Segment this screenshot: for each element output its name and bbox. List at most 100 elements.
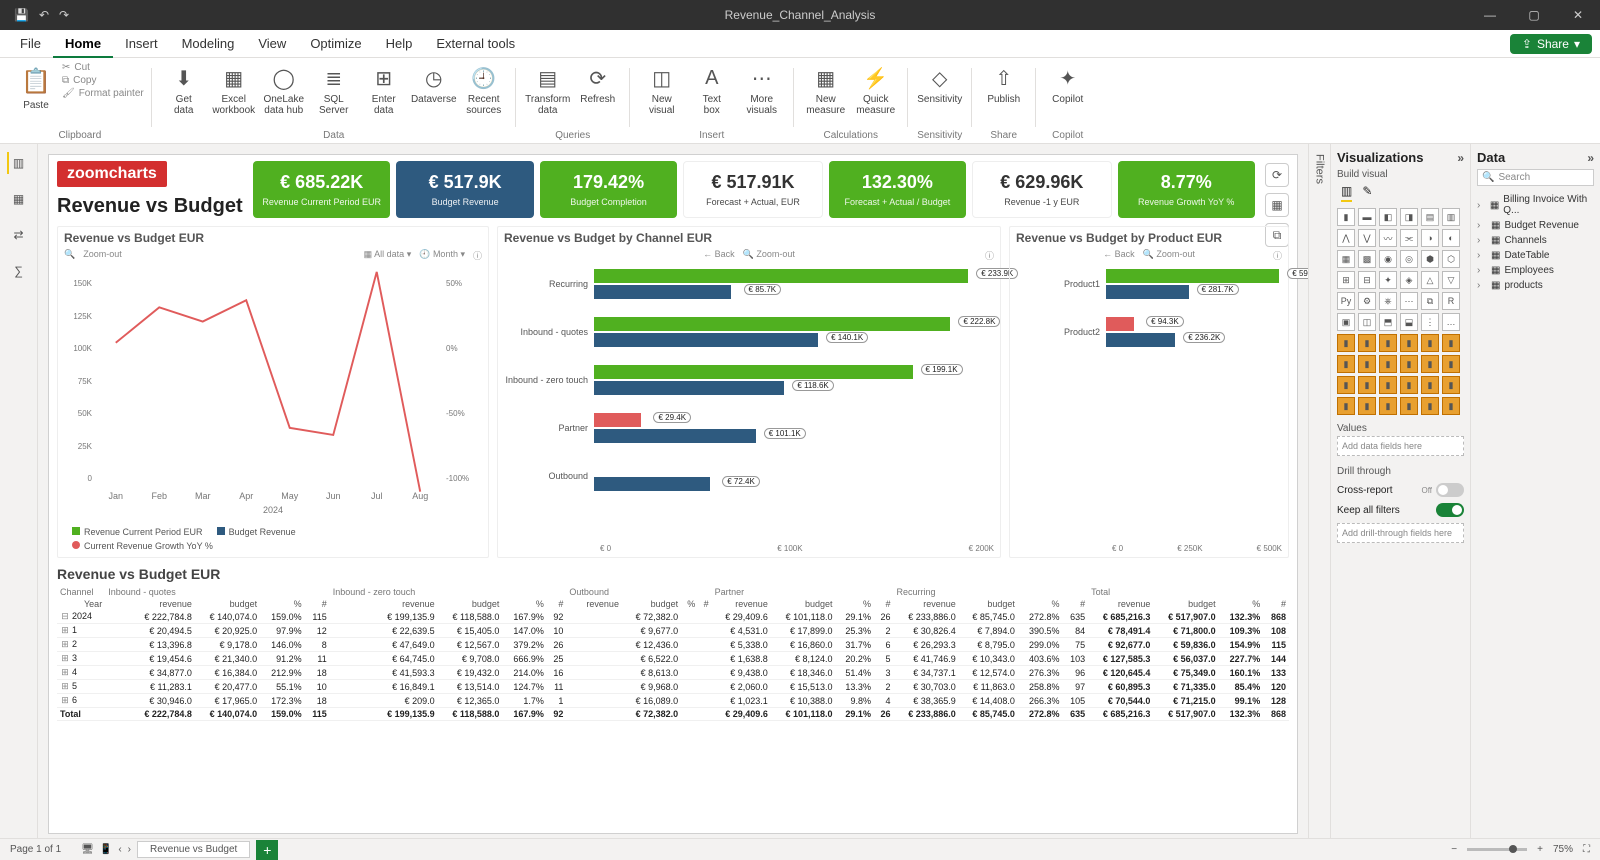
matrix-table[interactable]: Revenue vs Budget EUR ChannelInbound - q… (57, 566, 1289, 831)
kpi-card[interactable]: 179.42%Budget Completion (540, 161, 677, 218)
viz-type-icon[interactable]: △ (1421, 271, 1439, 289)
viz-type-icon[interactable]: ⋀ (1337, 229, 1355, 247)
viz-type-icon[interactable]: ▮ (1337, 208, 1355, 226)
minimize-icon[interactable]: — (1468, 8, 1512, 22)
viz-type-icon[interactable]: ⬒ (1379, 313, 1397, 331)
ribbon-button[interactable]: ⟳Refresh (574, 62, 622, 105)
ribbon-button[interactable]: ⊞Enterdata (360, 62, 408, 116)
kpi-card[interactable]: € 517.9KBudget Revenue (396, 161, 533, 218)
viz-type-icon[interactable]: ⬓ (1400, 313, 1418, 331)
data-table-node[interactable]: ›▦Billing Invoice With Q... (1477, 192, 1594, 218)
chevron-right-icon[interactable]: » (1587, 151, 1594, 165)
format-painter-button[interactable]: 🖌 Format painter (62, 88, 144, 99)
zoom-in-button[interactable]: + (1537, 844, 1543, 855)
zoomcharts-viz-icon[interactable]: ▮ (1379, 334, 1397, 352)
ribbon-button[interactable]: ▦Excelworkbook (210, 62, 258, 116)
report-view-icon[interactable]: ▥ (7, 152, 29, 174)
table-view-icon[interactable]: ▦ (8, 188, 30, 210)
dax-view-icon[interactable]: ∑ (8, 260, 30, 282)
viz-type-icon[interactable]: ▽ (1442, 271, 1460, 289)
cross-report-toggle[interactable] (1436, 483, 1464, 497)
refresh-icon[interactable]: ⟳ (1265, 163, 1289, 187)
ribbon-button[interactable]: ▤Transformdata (524, 62, 572, 116)
viz-type-icon[interactable]: ⬢ (1421, 250, 1439, 268)
ribbon-button[interactable]: ⚡Quickmeasure (852, 62, 900, 116)
paste-button[interactable]: 📋 Paste (16, 62, 56, 111)
chart-by-product[interactable]: Revenue vs Budget by Product EUR ⓘ ← Bac… (1009, 226, 1289, 558)
viz-type-icon[interactable]: ⋮ (1421, 313, 1439, 331)
table-row[interactable]: ⊞3€ 19,454.6€ 21,340.091.2%11€ 64,745.0€… (57, 652, 1289, 666)
close-icon[interactable]: ✕ (1556, 8, 1600, 22)
ribbon-button[interactable]: ▦Newmeasure (802, 62, 850, 116)
zoomcharts-viz-icon[interactable]: ▮ (1379, 355, 1397, 373)
redo-icon[interactable]: ↷ (59, 8, 69, 22)
zoomcharts-viz-icon[interactable]: ▮ (1337, 397, 1355, 415)
table-row[interactable]: ⊞1€ 20,494.5€ 20,925.097.9%12€ 22,639.5€… (57, 624, 1289, 638)
ribbon-button[interactable]: ⇧Publish (980, 62, 1028, 105)
viz-type-icon[interactable]: 〰 (1379, 229, 1397, 247)
data-table-node[interactable]: ›▦Budget Revenue (1477, 218, 1594, 233)
zoomcharts-viz-icon[interactable]: ▮ (1337, 376, 1355, 394)
ribbon-button[interactable]: ≣SQLServer (310, 62, 358, 116)
build-visual-tab-icon[interactable]: ▥ (1341, 184, 1352, 202)
viz-type-icon[interactable]: ◉ (1379, 250, 1397, 268)
undo-icon[interactable]: ↶ (39, 8, 49, 22)
filters-pane-collapsed[interactable]: Filters (1308, 144, 1330, 838)
zoomcharts-viz-icon[interactable]: ▮ (1421, 376, 1439, 394)
menu-home[interactable]: Home (53, 30, 113, 58)
prev-page-icon[interactable]: ‹ (118, 844, 121, 855)
zoom-slider[interactable] (1467, 848, 1527, 851)
viz-type-icon[interactable]: ⎈ (1379, 292, 1397, 310)
zoomcharts-viz-icon[interactable]: ▮ (1358, 355, 1376, 373)
zoomcharts-viz-icon[interactable]: ▮ (1442, 397, 1460, 415)
data-table-node[interactable]: ›▦DateTable (1477, 248, 1594, 263)
table-row[interactable]: ⊞5€ 11,283.1€ 20,477.055.1%10€ 16,849.1€… (57, 680, 1289, 694)
viz-type-icon[interactable]: ▬ (1358, 208, 1376, 226)
viz-type-icon[interactable]: ⚙ (1358, 292, 1376, 310)
chart-by-channel[interactable]: Revenue vs Budget by Channel EUR ⓘ ← Bac… (497, 226, 1001, 558)
zoomcharts-viz-icon[interactable]: ▮ (1400, 355, 1418, 373)
zoomcharts-viz-icon[interactable]: ▮ (1358, 334, 1376, 352)
chevron-right-icon[interactable]: » (1457, 151, 1464, 165)
ribbon-button[interactable]: ◷Dataverse (410, 62, 458, 105)
fit-page-icon[interactable]: ⛶ (1583, 844, 1590, 855)
zoom-out-button[interactable]: − (1451, 844, 1457, 855)
copy-button[interactable]: ⧉ Copy (62, 75, 144, 86)
zoomcharts-viz-icon[interactable]: ▮ (1400, 376, 1418, 394)
calendar-icon[interactable]: ▦ (1265, 193, 1289, 217)
ribbon-button[interactable]: ATextbox (688, 62, 736, 116)
viz-type-icon[interactable]: ◧ (1379, 208, 1397, 226)
cut-button[interactable]: ✂ Cut (62, 62, 144, 73)
mobile-layout-icon[interactable]: 📱 (100, 844, 112, 855)
viz-type-icon[interactable]: ◑ (1421, 229, 1439, 247)
viz-type-icon[interactable]: ▦ (1337, 250, 1355, 268)
kpi-card[interactable]: 8.77%Revenue Growth YoY % (1118, 161, 1255, 218)
viz-type-icon[interactable]: ⊟ (1358, 271, 1376, 289)
ribbon-button[interactable]: ⋯Morevisuals (738, 62, 786, 116)
data-search-input[interactable]: 🔍Search (1477, 169, 1594, 186)
zoomcharts-viz-icon[interactable]: ▮ (1442, 376, 1460, 394)
chart-revenue-vs-budget[interactable]: Revenue vs Budget EUR 🔍Zoom-out ▦ All da… (57, 226, 489, 558)
viz-type-icon[interactable]: Py (1337, 292, 1355, 310)
menu-view[interactable]: View (246, 30, 298, 58)
viz-type-icon[interactable]: ◈ (1400, 271, 1418, 289)
values-field-well[interactable]: Add data fields here (1337, 436, 1464, 456)
maximize-icon[interactable]: ▢ (1512, 8, 1556, 22)
data-table-node[interactable]: ›▦Employees (1477, 263, 1594, 278)
menu-optimize[interactable]: Optimize (298, 30, 373, 58)
ribbon-button[interactable]: ◫Newvisual (638, 62, 686, 116)
viz-type-icon[interactable]: ⊞ (1337, 271, 1355, 289)
menu-help[interactable]: Help (374, 30, 425, 58)
add-page-button[interactable]: + (256, 840, 278, 860)
kpi-card[interactable]: € 517.91KForecast + Actual, EUR (683, 161, 822, 218)
viz-type-icon[interactable]: ◫ (1358, 313, 1376, 331)
viz-type-icon[interactable]: ⧉ (1421, 292, 1439, 310)
viz-type-icon[interactable]: ⬡ (1442, 250, 1460, 268)
next-page-icon[interactable]: › (128, 844, 131, 855)
viz-type-icon[interactable]: ▣ (1337, 313, 1355, 331)
viz-type-icon[interactable]: ◨ (1400, 208, 1418, 226)
ribbon-button[interactable]: ✦Copilot (1044, 62, 1092, 105)
viz-type-icon[interactable]: ◎ (1400, 250, 1418, 268)
table-row[interactable]: ⊞4€ 34,877.0€ 16,384.0212.9%18€ 41,593.3… (57, 666, 1289, 680)
kpi-card[interactable]: 132.30%Forecast + Actual / Budget (829, 161, 966, 218)
